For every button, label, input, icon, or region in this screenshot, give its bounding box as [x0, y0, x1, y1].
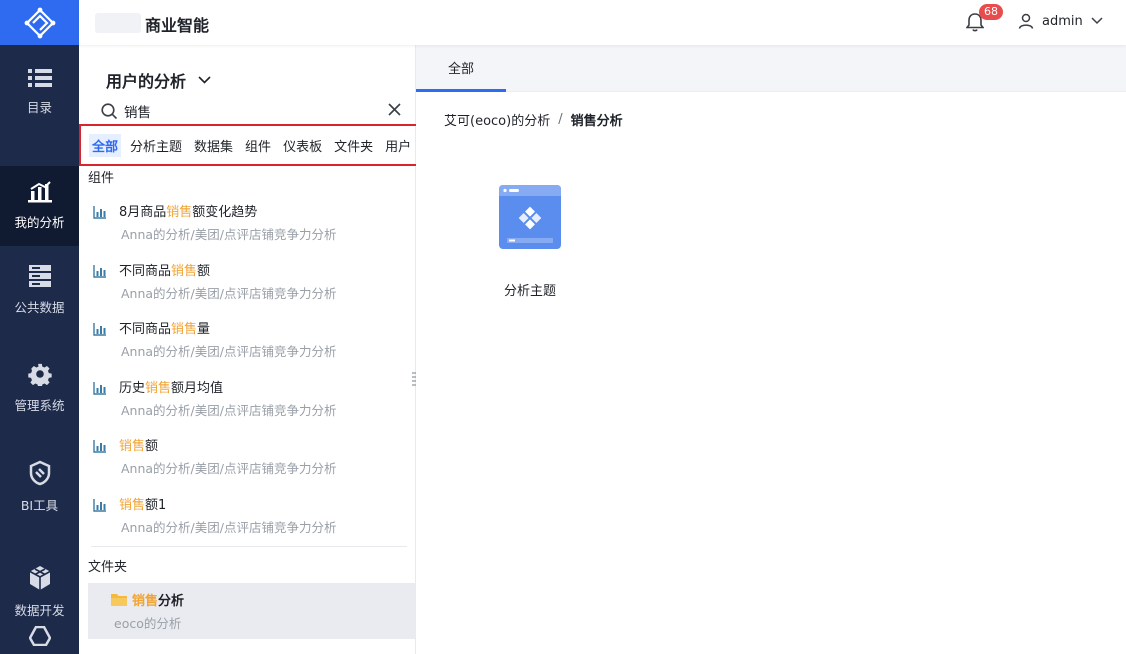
chart-component-icon — [93, 265, 106, 278]
list-icon — [27, 69, 52, 87]
result-title: 销售分析 — [132, 594, 185, 609]
app-logo[interactable] — [0, 0, 79, 45]
result-title: 不同商品销售额 — [119, 264, 211, 279]
rail-item-label: 数据开发 — [14, 603, 65, 618]
filter-tab-user[interactable]: 用户 — [382, 134, 414, 157]
result-path: eoco的分析 — [114, 616, 182, 631]
breadcrumb: 艾可(eoco)的分析 / 销售分析 — [444, 110, 623, 129]
rail-item-label: 目录 — [26, 100, 52, 115]
component-result[interactable]: 销售额 Anna的分析/美团/点评店铺竞争力分析 — [93, 435, 403, 491]
result-path: Anna的分析/美团/点评店铺竞争力分析 — [121, 286, 337, 301]
chevron-down-icon — [1091, 17, 1103, 25]
chart-component-icon — [93, 440, 106, 453]
panel-title: 用户的分析 — [106, 72, 187, 91]
notification-badge: 68 — [979, 4, 1003, 20]
main-content: 全部 艾可(eoco)的分析 / 销售分析 分析主题 — [416, 45, 1126, 654]
result-title: 不同商品销售量 — [119, 322, 211, 337]
cube-icon — [29, 566, 50, 590]
search-input[interactable] — [124, 103, 364, 119]
section-label-folders: 文件夹 — [88, 560, 128, 575]
search-box — [101, 100, 401, 122]
result-path: Anna的分析/美团/点评店铺竞争力分析 — [121, 403, 337, 418]
username: admin — [1042, 13, 1083, 29]
filter-tab-analysis-theme[interactable]: 分析主题 — [127, 134, 185, 157]
search-icon — [101, 102, 118, 119]
collapse-button[interactable] — [95, 13, 141, 33]
section-label-components: 组件 — [88, 171, 115, 186]
logo-icon — [24, 7, 55, 38]
rail-item-label: BI工具 — [20, 498, 59, 513]
result-path: Anna的分析/美团/点评店铺竞争力分析 — [121, 461, 337, 476]
filter-tab-dashboard[interactable]: 仪表板 — [280, 134, 325, 157]
rail-item-my-analysis[interactable]: 我的分析 — [0, 166, 79, 246]
result-path: Anna的分析/美团/点评店铺竞争力分析 — [121, 344, 337, 359]
rail-item-bi-tools[interactable]: BI工具 — [0, 447, 79, 527]
result-title: 8月商品销售额变化趋势 — [119, 205, 258, 220]
rail-item-data-dev[interactable]: 数据开发 — [0, 552, 79, 632]
folder-icon — [111, 594, 127, 606]
rail-item-label: 管理系统 — [14, 398, 65, 413]
result-title: 历史销售额月均值 — [119, 381, 224, 396]
analysis-theme-card[interactable]: 分析主题 — [478, 179, 582, 305]
user-icon — [1018, 13, 1034, 29]
result-path: Anna的分析/美团/点评店铺竞争力分析 — [121, 520, 337, 535]
chart-component-icon — [93, 499, 106, 512]
nav-rail: 目录 我的分析 公共数据 管理系统 BI工具 数据开发 — [0, 0, 79, 654]
analysis-theme-icon — [499, 185, 561, 249]
chevron-down-icon — [198, 76, 211, 84]
panel-title-dropdown[interactable]: 用户的分析 — [106, 68, 211, 92]
result-title: 销售额 — [119, 439, 159, 454]
top-bar: 商业智能 68 admin — [79, 0, 1126, 45]
breadcrumb-separator: / — [558, 112, 563, 127]
component-result[interactable]: 不同商品销售量 Anna的分析/美团/点评店铺竞争力分析 — [93, 318, 403, 374]
clear-search-icon[interactable] — [388, 103, 401, 116]
component-result[interactable]: 历史销售额月均值 Anna的分析/美团/点评店铺竞争力分析 — [93, 377, 403, 433]
filter-tab-bar: 全部 分析主题 数据集 组件 仪表板 文件夹 用户 — [79, 124, 418, 166]
rail-item-label: 公共数据 — [14, 300, 65, 315]
bi-tool-icon — [29, 460, 50, 486]
breadcrumb-parent[interactable]: 艾可(eoco)的分析 — [444, 110, 550, 129]
rail-item-more[interactable] — [0, 626, 79, 654]
gear-icon — [27, 363, 52, 386]
content-tab-bar: 全部 — [416, 45, 1126, 92]
breadcrumb-current: 销售分析 — [570, 114, 623, 129]
filter-tab-dataset[interactable]: 数据集 — [191, 134, 236, 157]
component-result[interactable]: 不同商品销售额 Anna的分析/美团/点评店铺竞争力分析 — [93, 260, 403, 316]
rail-item-admin-system[interactable]: 管理系统 — [0, 348, 79, 428]
rail-item-label: 我的分析 — [14, 215, 65, 230]
rail-item-public-data[interactable]: 公共数据 — [0, 250, 79, 330]
component-result[interactable]: 8月商品销售额变化趋势 Anna的分析/美团/点评店铺竞争力分析 — [93, 201, 403, 257]
user-menu[interactable]: admin — [1018, 13, 1103, 29]
app-title: 商业智能 — [145, 16, 210, 35]
card-label: 分析主题 — [503, 284, 556, 299]
chart-component-icon — [93, 323, 106, 336]
filter-tab-component[interactable]: 组件 — [242, 134, 274, 157]
chart-component-icon — [93, 206, 106, 219]
filter-tab-folder[interactable]: 文件夹 — [331, 134, 376, 157]
tab-all[interactable]: 全部 — [416, 45, 506, 92]
chart-component-icon — [93, 382, 106, 395]
filter-tab-all[interactable]: 全部 — [89, 133, 122, 157]
folder-result[interactable]: 销售分析 eoco的分析 — [88, 583, 415, 639]
drive-icon — [28, 626, 51, 646]
result-title: 销售额1 — [119, 498, 167, 513]
component-result[interactable]: 销售额1 Anna的分析/美团/点评店铺竞争力分析 — [93, 494, 403, 550]
section-divider — [91, 546, 407, 547]
analysis-chart-icon — [27, 181, 52, 203]
result-path: Anna的分析/美团/点评店铺竞争力分析 — [121, 227, 337, 242]
rail-item-catalog[interactable]: 目录 — [0, 52, 79, 132]
search-panel: 用户的分析 全部 分析主题 数据集 组件 仪表板 文件夹 用户 组件 8月商品销… — [79, 45, 418, 654]
database-icon — [28, 265, 51, 287]
